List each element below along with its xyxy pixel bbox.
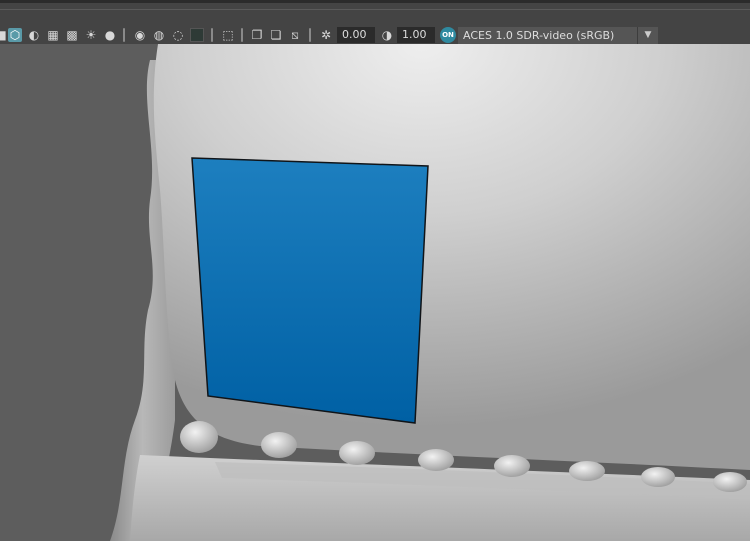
- checker-icon[interactable]: ▩: [65, 28, 79, 42]
- 3d-viewport[interactable]: [0, 44, 750, 541]
- toolbar-separator: [241, 28, 243, 42]
- mesh-bead: [569, 461, 605, 481]
- xray-icon[interactable]: ❐: [250, 28, 264, 42]
- depth-of-field-icon[interactable]: [190, 28, 204, 42]
- mesh-bead: [180, 421, 218, 453]
- mesh-bead: [494, 455, 530, 477]
- default-material-icon[interactable]: ◐: [27, 28, 41, 42]
- mesh-bead: [339, 441, 375, 465]
- gamma-field[interactable]: 1.00: [397, 27, 435, 43]
- textures-icon[interactable]: ▦: [46, 28, 60, 42]
- wireframe-on-shaded-icon[interactable]: ⬡: [8, 28, 22, 42]
- ambient-occlusion-icon[interactable]: ◉: [133, 28, 147, 42]
- mesh-bead: [713, 472, 747, 492]
- toolbar-separator: [123, 28, 125, 42]
- view-transform-dropdown[interactable]: ACES 1.0 SDR-video (sRGB) ▼: [458, 27, 658, 44]
- toolbar-separator: [211, 28, 213, 42]
- motion-blur-icon[interactable]: ◍: [152, 28, 166, 42]
- shaded-mode-icon[interactable]: ■: [0, 28, 8, 42]
- exposure-field[interactable]: 0.00: [337, 27, 375, 43]
- viewport-toolbar: ■ ⬡ ◐ ▦ ▩ ☀ ● ◉ ◍ ◌ ⬚ ❐ ❏ ⧅ ✲ 0.00 ◑ 1.0…: [0, 0, 750, 44]
- selected-face[interactable]: [191, 157, 429, 424]
- toolbar-divider: [0, 9, 750, 10]
- shadows-icon[interactable]: ●: [103, 28, 117, 42]
- isolate-select-icon[interactable]: ⬚: [221, 28, 235, 42]
- mesh-bead: [261, 432, 297, 458]
- mesh-bead: [641, 467, 675, 487]
- use-all-lights-icon[interactable]: ☀: [84, 28, 98, 42]
- viewport-scene: [0, 44, 750, 541]
- chevron-down-icon[interactable]: ▼: [637, 27, 658, 44]
- view-transform-label: ACES 1.0 SDR-video (sRGB): [463, 29, 615, 42]
- anti-aliasing-icon[interactable]: ◌: [171, 28, 185, 42]
- xray-joints-icon[interactable]: ❏: [269, 28, 283, 42]
- gamma-icon[interactable]: ◑: [380, 28, 394, 42]
- xray-active-components-icon[interactable]: ⧅: [288, 28, 302, 42]
- exposure-icon[interactable]: ✲: [319, 28, 333, 42]
- mesh-bead: [418, 449, 454, 471]
- color-management-icon[interactable]: ON: [440, 27, 456, 43]
- toolbar-separator: [309, 28, 311, 42]
